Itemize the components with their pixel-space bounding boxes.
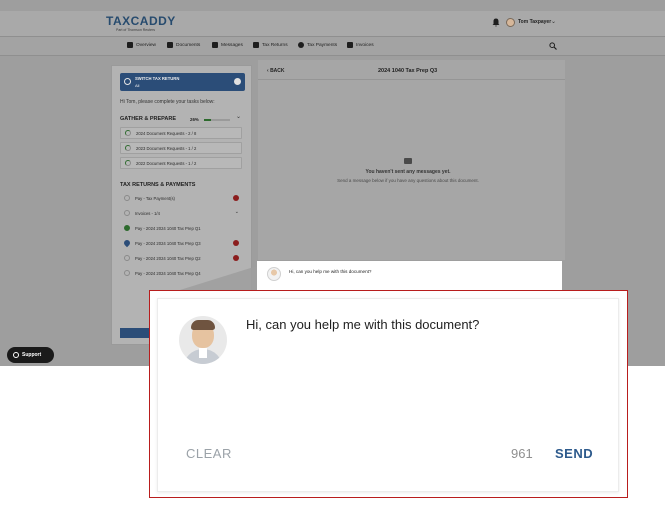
progress-ring-icon [125,145,131,151]
circle-icon [124,255,130,261]
row-label: Pay - 2024 2024 1040 Tax Prep Q1 [135,225,201,231]
avatar [179,316,227,364]
documents-icon [167,42,173,48]
empty-state-subtitle: Send a message below if you have any que… [337,178,479,183]
switch-tax-return-button[interactable]: SWITCH TAX RETURN All [120,73,245,91]
send-button[interactable]: SEND [555,446,593,461]
screen: TAXCADDY Part of Thomson Reuters Tom Tax… [0,0,665,521]
search-icon[interactable] [549,42,557,50]
tax-returns-payments-title[interactable]: TAX RETURNS & PAYMENTS [120,182,195,188]
progress-ring-icon [125,160,131,166]
zoomed-message-composer: Hi, can you help me with this document? … [149,290,628,498]
dollar-icon [298,42,304,48]
progress-ring-icon [125,130,131,136]
message-area: ‹ BACK 2024 1040 Tax Prep Q3 You haven't… [258,60,565,260]
chevron-down-icon[interactable]: ⌄ [551,18,556,25]
nav-messages[interactable]: Messages [212,42,243,48]
row-label: Invoices - 1/4 [135,210,160,216]
user-avatar[interactable] [506,18,515,27]
chevron-down-icon[interactable]: ⌄ [236,113,241,120]
alert-icon [233,195,239,201]
invoice-row[interactable]: Pay - 2024 2024 1040 Tax Prep Q1 [120,222,245,234]
switch-subtitle: All [135,83,140,88]
avatar-collar [199,348,207,358]
nav-documents[interactable]: Documents [167,42,200,48]
nav-label: Tax Returns [262,42,288,48]
message-composer-small[interactable]: Hi, can you help me with this document? [257,261,562,291]
list-item[interactable]: 2024 Document Requests - 2 / 8 [120,127,242,139]
gather-prepare-title[interactable]: GATHER & PREPARE [120,116,176,122]
nav-label: Documents [176,42,201,48]
taxcaddy-logo[interactable]: TAXCADDY [106,14,176,28]
user-name[interactable]: Tom Taxpayer [518,19,551,25]
invoice-row[interactable]: Pay - 2024 2024 1040 Tax Prep Q3 [120,237,245,249]
invoices-row[interactable]: Invoices - 1/4 ⌄ [120,207,245,219]
invoice-icon [347,42,353,48]
message-thread-title: 2024 1040 Tax Prep Q3 [378,68,438,74]
progress-fill [204,119,211,121]
invoice-row[interactable]: Pay - 2024 2024 1040 Tax Prep Q2 [120,252,245,264]
pay-tax-payments-row[interactable]: Pay - Tax Payment(s) [120,192,245,204]
nav-invoices[interactable]: Invoices [347,42,374,48]
list-item[interactable]: 2022 Document Requests - 1 / 2 [120,157,242,169]
switch-title: SWITCH TAX RETURN [135,76,180,81]
invoice-row[interactable]: Pay - 2024 2024 1040 Tax Prep Q4 [120,267,245,279]
progress-ring-icon [124,210,130,216]
back-label: BACK [270,68,285,74]
logo-subtitle: Part of Thomson Reuters [116,28,156,32]
support-label: Support [22,352,42,358]
composer-box: Hi, can you help me with this document? … [157,298,619,492]
switch-icon [124,78,131,85]
close-icon[interactable] [234,78,241,85]
greeting: Hi Tom, please complete your tasks below… [120,99,215,105]
gather-percent: 26% [190,117,199,122]
task-label: 2022 Document Requests - 1 / 2 [136,160,197,166]
nav-overview[interactable]: Overview [127,42,156,48]
message-input[interactable]: Hi, can you help me with this document? [246,317,479,332]
tax-returns-icon [253,42,259,48]
chevron-down-icon[interactable]: ⌄ [235,209,239,215]
message-text[interactable]: Hi, can you help me with this document? [289,269,371,274]
list-item[interactable]: 2023 Document Requests - 1 / 2 [120,142,242,154]
gather-progress-bar [204,119,230,121]
divider [258,79,565,80]
home-icon [127,42,133,48]
circle-icon [124,270,130,276]
circle-icon [124,195,130,201]
row-label: Pay - 2024 2024 1040 Tax Prep Q4 [135,270,201,276]
row-label: Pay - 2024 2024 1040 Tax Prep Q3 [135,240,201,246]
nav-label: Overview [136,42,156,48]
back-button[interactable]: ‹ BACK [267,68,285,74]
messages-icon [212,42,218,48]
empty-state-title: You haven't sent any messages yet. [365,169,451,175]
chat-bubble-icon [13,352,19,358]
chat-icon [404,158,412,164]
check-circle-icon [124,225,130,231]
row-label: Pay - Tax Payment(s) [135,195,175,201]
clear-button[interactable]: CLEAR [186,446,232,461]
character-count: 961 [511,446,533,461]
avatar [267,267,281,281]
support-button[interactable]: Support [7,347,54,363]
nav-tax-payments[interactable]: Tax Payments [298,42,337,48]
location-pin-icon [122,238,132,248]
task-label: 2024 Document Requests - 2 / 8 [136,130,197,136]
nav-label: Tax Payments [307,42,338,48]
task-label: 2023 Document Requests - 1 / 2 [136,145,197,151]
alert-icon [233,255,239,261]
nav-label: Invoices [356,42,374,48]
nav-label: Messages [221,42,243,48]
alert-icon [233,240,239,246]
row-label: Pay - 2024 2024 1040 Tax Prep Q2 [135,255,201,261]
top-header: TAXCADDY Part of Thomson Reuters Tom Tax… [0,11,665,36]
main-nav: Overview Documents Messages Tax Returns … [0,36,665,56]
nav-tax-returns[interactable]: Tax Returns [253,42,288,48]
bell-icon[interactable] [492,18,500,27]
avatar-hair [191,320,215,330]
